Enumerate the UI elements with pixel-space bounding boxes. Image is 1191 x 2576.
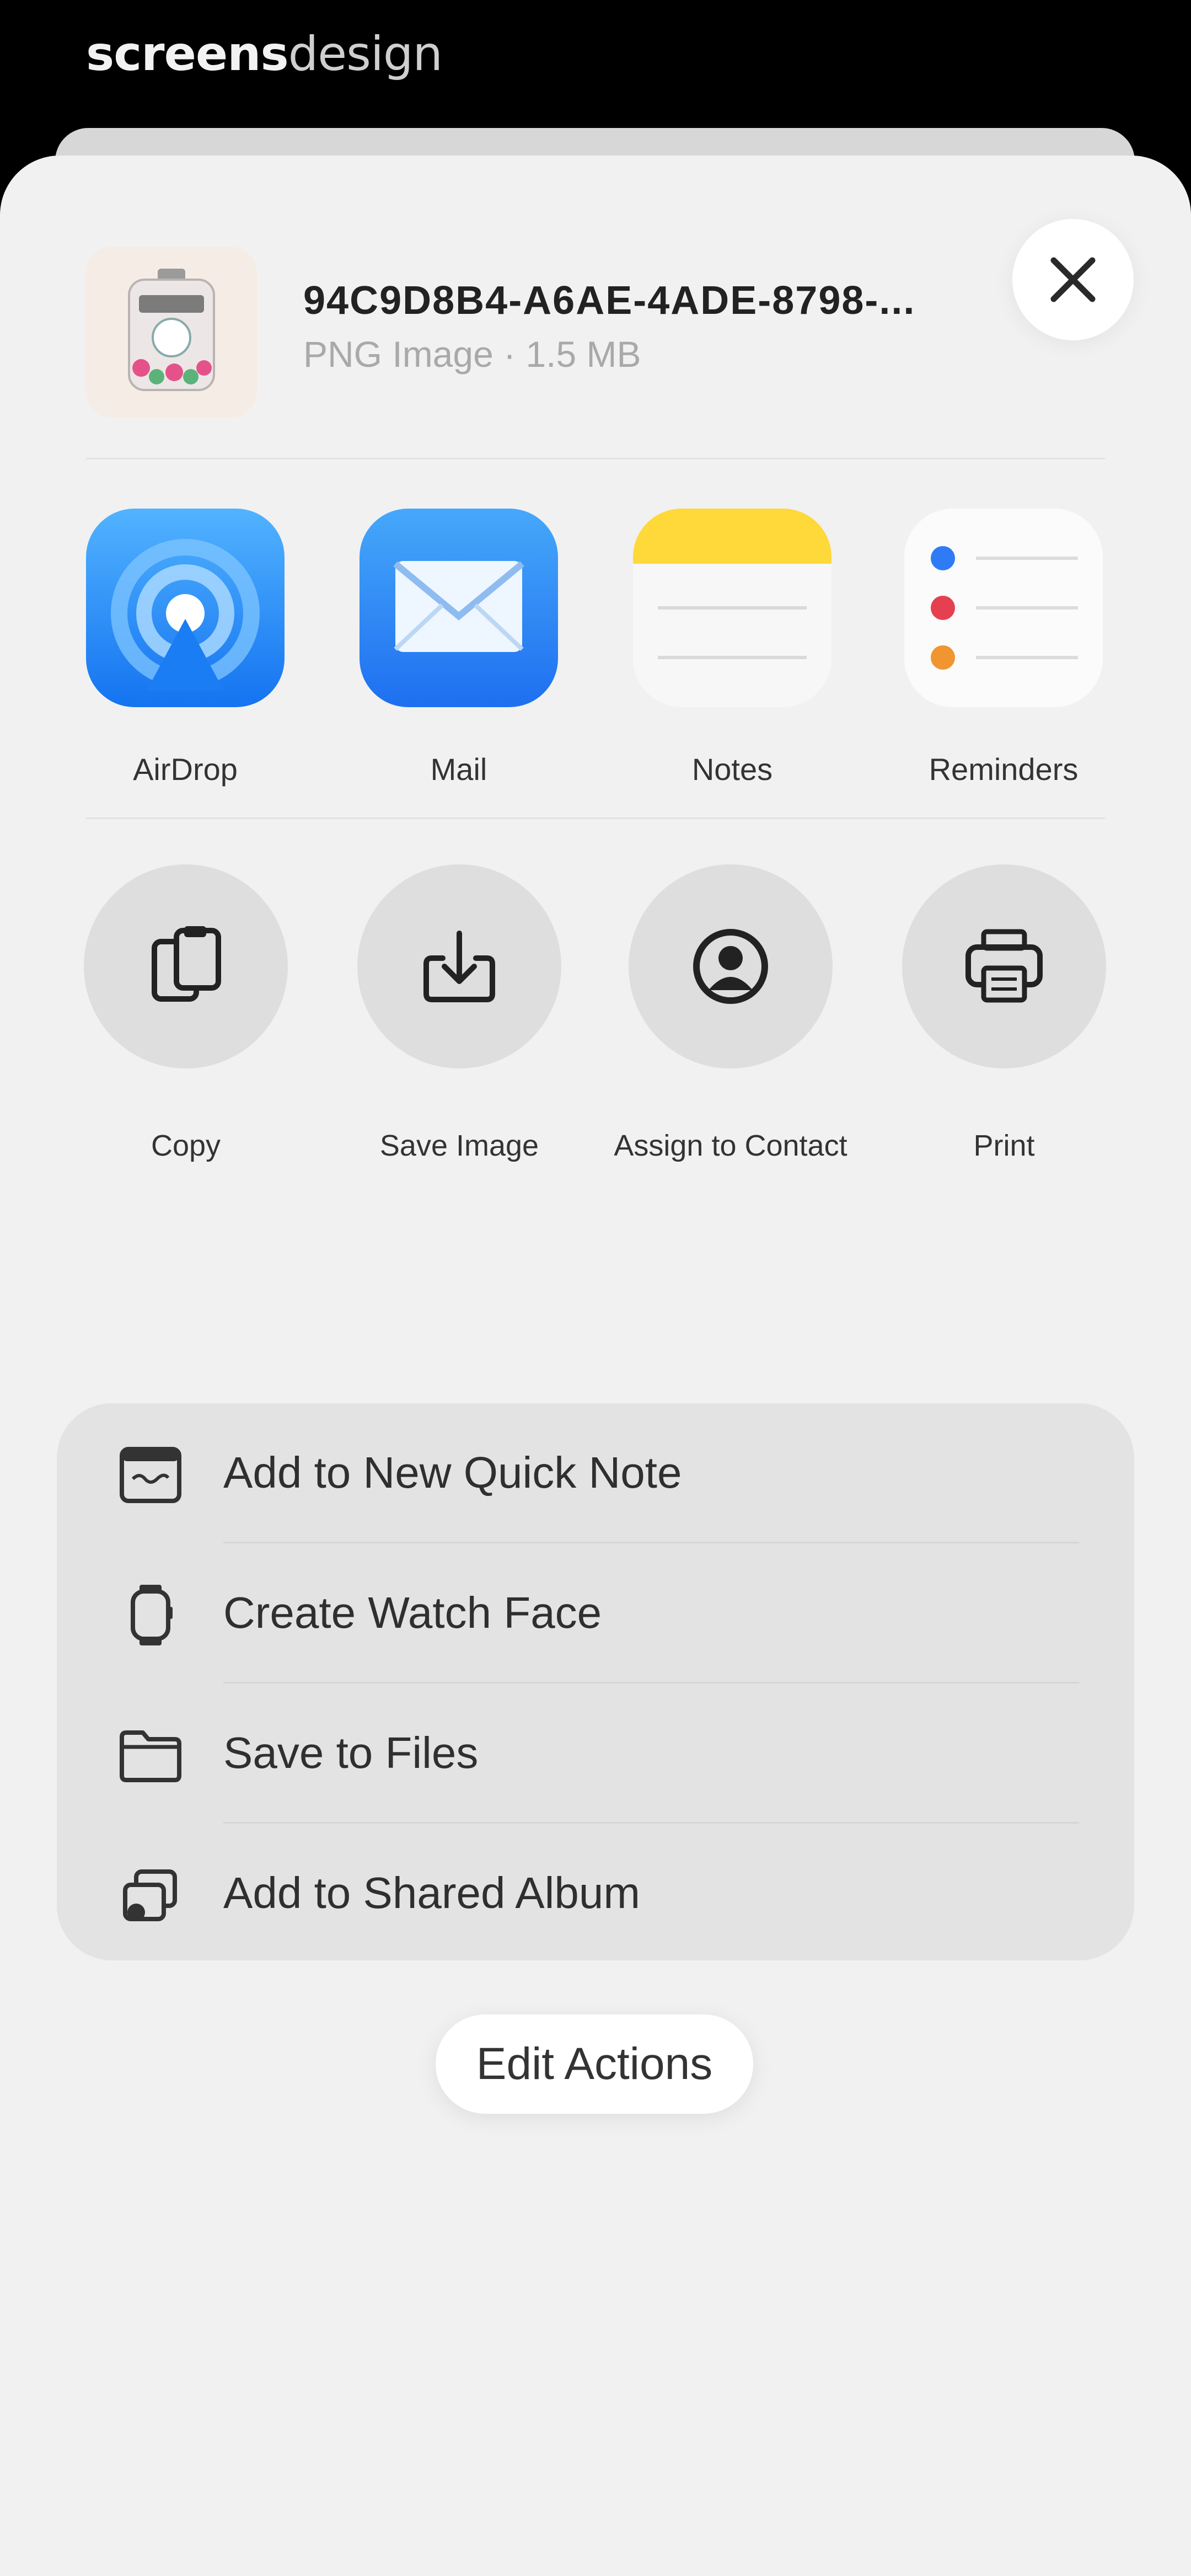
action-label: Save Image bbox=[379, 1129, 539, 1162]
brand-part-2: design bbox=[288, 26, 443, 82]
app-label: AirDrop bbox=[133, 752, 238, 787]
list-item-watch-face[interactable]: Create Watch Face bbox=[57, 1543, 1134, 1684]
actions-list: Add to New Quick Note Create Watch Face … bbox=[57, 1403, 1134, 1960]
mail-icon bbox=[360, 509, 558, 707]
save-image-button bbox=[357, 864, 561, 1068]
action-label: Print bbox=[973, 1129, 1035, 1162]
thumbnail-image bbox=[128, 269, 215, 391]
app-label: Reminders bbox=[929, 752, 1079, 787]
app-label: Notes bbox=[691, 752, 773, 787]
edit-actions-button[interactable]: Edit Actions bbox=[436, 2014, 753, 2114]
folder-icon bbox=[120, 1730, 181, 1782]
list-item-label: Save to Files bbox=[223, 1728, 479, 1777]
notes-icon bbox=[633, 509, 831, 707]
brand-watermark: screensdesign bbox=[86, 26, 443, 82]
share-sheet: 94C9D8B4-A6AE-4ADE-8798-... PNG Image · … bbox=[0, 156, 1191, 2576]
header-divider bbox=[86, 458, 1105, 459]
watch-icon bbox=[131, 1585, 173, 1645]
list-item-label: Create Watch Face bbox=[223, 1588, 602, 1637]
file-meta: PNG Image · 1.5 MB bbox=[303, 334, 641, 375]
list-item-quick-note[interactable]: Add to New Quick Note bbox=[57, 1403, 1134, 1543]
shared-album-icon bbox=[123, 1869, 177, 1921]
reminders-icon bbox=[904, 509, 1103, 707]
file-thumbnail bbox=[86, 247, 257, 418]
print-button bbox=[902, 864, 1106, 1068]
list-item-label: Add to New Quick Note bbox=[223, 1448, 682, 1497]
contact-icon bbox=[693, 929, 768, 1004]
list-item-label: Add to Shared Album bbox=[223, 1868, 641, 1917]
assign-contact-button bbox=[629, 864, 833, 1068]
close-button[interactable] bbox=[1012, 219, 1134, 340]
action-label: Copy bbox=[151, 1129, 221, 1162]
close-icon bbox=[1050, 257, 1096, 302]
airdrop-icon bbox=[86, 509, 285, 707]
list-item-save-files[interactable]: Save to Files bbox=[57, 1684, 1134, 1824]
quick-note-icon bbox=[120, 1447, 181, 1503]
save-image-icon bbox=[423, 931, 495, 1002]
printer-icon bbox=[965, 929, 1043, 1003]
list-item-shared-album[interactable]: Add to Shared Album bbox=[57, 1824, 1134, 1964]
file-name: 94C9D8B4-A6AE-4ADE-8798-... bbox=[303, 279, 916, 323]
copy-button bbox=[84, 864, 288, 1068]
action-label: Assign to Contact bbox=[614, 1129, 847, 1162]
app-label: Mail bbox=[430, 752, 487, 787]
apps-divider bbox=[86, 817, 1105, 819]
brand-part-1: screens bbox=[86, 26, 289, 82]
copy-icon bbox=[152, 926, 221, 1002]
